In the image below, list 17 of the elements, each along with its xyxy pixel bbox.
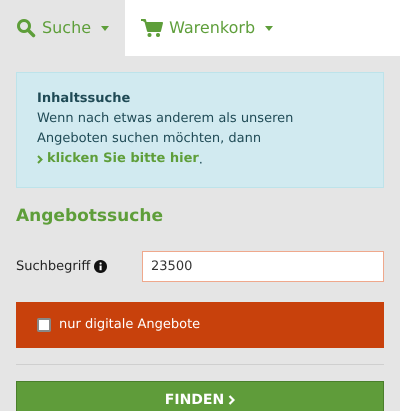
caret-icon (265, 26, 274, 30)
field-label: Suchbegriff (16, 258, 90, 276)
cart-icon (141, 18, 164, 38)
search-field[interactable]: 23500 (142, 251, 384, 282)
submit-button[interactable]: FINDEN (16, 381, 384, 411)
info-text: Wenn nach etwas anderem als unseren Angeboten suchen möchten, dann klicken Sie bitte hier. (37, 110, 294, 170)
info-icon (94, 260, 108, 273)
checkbox-label: nur digitale Angebote (59, 316, 200, 334)
info-title: Inhaltssuche (37, 90, 132, 108)
chevron-icon (37, 154, 43, 164)
section-heading: Angebotssuche (16, 204, 164, 228)
chevron-icon (228, 395, 236, 405)
search-icon (16, 18, 36, 38)
checkbox[interactable] (37, 318, 51, 332)
content-search-link[interactable]: klicken Sie bitte hier (37, 149, 199, 169)
caret-icon (101, 26, 110, 30)
nav-tab[interactable]: Warenkorb (125, 0, 400, 56)
